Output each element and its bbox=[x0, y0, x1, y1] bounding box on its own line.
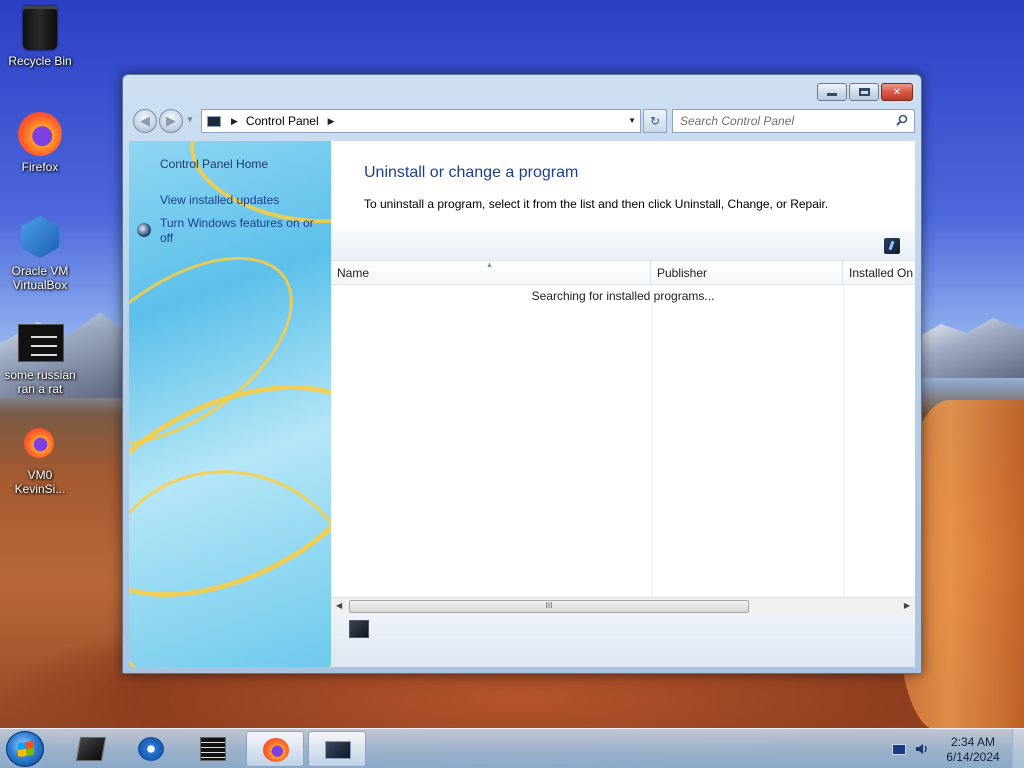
column-divider bbox=[843, 285, 844, 597]
taskbar: 2:34 AM 6/14/2024 bbox=[0, 728, 1024, 768]
search-box[interactable] bbox=[672, 109, 915, 133]
desktop-icon-label: Oracle VM VirtualBox bbox=[11, 264, 69, 292]
command-toolbar bbox=[331, 231, 915, 261]
shield-icon bbox=[137, 223, 151, 237]
scrollbar-thumb[interactable]: III bbox=[349, 600, 749, 613]
back-button[interactable]: ◀ bbox=[133, 109, 157, 133]
breadcrumb-separator-icon[interactable]: ▶ bbox=[231, 116, 238, 127]
firefox-shortcut-icon bbox=[24, 428, 54, 458]
scroll-left-icon[interactable]: ◀ bbox=[336, 601, 342, 610]
window-controls: ✕ bbox=[817, 83, 913, 101]
horizontal-scrollbar[interactable]: ◀ III ▶ bbox=[331, 597, 915, 614]
back-arrow-icon: ◀ bbox=[140, 113, 150, 128]
start-button[interactable] bbox=[6, 731, 44, 767]
search-input[interactable] bbox=[673, 110, 883, 132]
desktop-icon-terminal[interactable]: some russian ran a rat bbox=[0, 324, 80, 396]
sort-ascending-icon: ▲ bbox=[486, 262, 493, 269]
help-icon[interactable] bbox=[884, 238, 900, 254]
control-panel-window[interactable]: ✕ ◀ ▶ ▼ ▶ Control Panel ▶ ▼ ↻ Control Pa… bbox=[122, 74, 922, 674]
control-panel-icon bbox=[207, 115, 221, 127]
desktop-icon-virtualbox[interactable]: Oracle VM VirtualBox bbox=[0, 216, 80, 292]
address-dropdown-icon[interactable]: ▼ bbox=[628, 116, 636, 125]
desktop-icon-vm0[interactable]: VM0 KevinSi... bbox=[0, 428, 80, 496]
taskbar-item-control-panel[interactable] bbox=[308, 731, 366, 767]
maximize-icon bbox=[858, 88, 870, 96]
breadcrumb-control-panel[interactable]: Control Panel bbox=[246, 114, 319, 128]
taskbar-item-firefox[interactable] bbox=[246, 731, 304, 767]
scroll-right-icon[interactable]: ▶ bbox=[904, 601, 910, 610]
clock-date: 6/14/2024 bbox=[946, 750, 1000, 764]
control-panel-icon bbox=[325, 741, 351, 759]
recycle-bin-icon bbox=[23, 6, 57, 50]
desktop-icon-label: VM0 KevinSi... bbox=[14, 468, 66, 496]
details-pane bbox=[331, 614, 915, 667]
forward-arrow-icon: ▶ bbox=[166, 113, 176, 128]
scrollbar-grip: III bbox=[545, 601, 553, 610]
desktop-icon-label: Firefox bbox=[21, 160, 59, 174]
task-pane: Control Panel Home View installed update… bbox=[129, 141, 331, 667]
firefox-icon bbox=[18, 112, 62, 156]
minimize-icon bbox=[827, 93, 837, 96]
firefox-icon bbox=[263, 738, 289, 762]
terminal-icon bbox=[18, 324, 64, 362]
loading-status: Searching for installed programs... bbox=[531, 289, 715, 303]
desktop-icon-label: some russian ran a rat bbox=[4, 368, 76, 396]
minimize-button[interactable] bbox=[817, 83, 847, 101]
address-bar[interactable]: ▶ Control Panel ▶ ▼ bbox=[201, 109, 641, 133]
column-divider bbox=[651, 285, 652, 597]
virtualbox-icon bbox=[21, 216, 59, 258]
desktop-icon-label: Recycle Bin bbox=[8, 54, 72, 68]
maximize-button[interactable] bbox=[849, 83, 879, 101]
view-installed-updates-link[interactable]: View installed updates bbox=[160, 193, 279, 208]
volume-icon[interactable] bbox=[914, 741, 930, 757]
network-icon[interactable] bbox=[892, 744, 906, 755]
search-icon[interactable] bbox=[896, 114, 908, 126]
refresh-button[interactable]: ↻ bbox=[643, 109, 667, 133]
media-player-icon bbox=[138, 737, 164, 761]
system-clock[interactable]: 2:34 AM 6/14/2024 bbox=[940, 735, 1006, 765]
breadcrumb-separator-icon[interactable]: ▶ bbox=[328, 116, 335, 127]
desktop-icon-firefox[interactable]: Firefox bbox=[0, 112, 80, 174]
column-header-installed-on[interactable]: Installed On bbox=[843, 261, 915, 285]
windows-features-link[interactable]: Turn Windows features on or off bbox=[160, 216, 320, 246]
terminal-icon bbox=[200, 737, 226, 761]
taskbar-item-media-player[interactable] bbox=[122, 731, 180, 767]
close-icon: ✕ bbox=[892, 86, 902, 98]
column-header-publisher[interactable]: Publisher bbox=[651, 261, 843, 285]
close-button[interactable]: ✕ bbox=[881, 83, 913, 101]
desktop-icon-recycle-bin[interactable]: Recycle Bin bbox=[0, 6, 80, 68]
programs-icon bbox=[349, 620, 369, 638]
navigation-bar: ◀ ▶ ▼ ▶ Control Panel ▶ ▼ ↻ bbox=[131, 109, 915, 133]
control-panel-home-link[interactable]: Control Panel Home bbox=[160, 157, 268, 172]
programs-content: Uninstall or change a program To uninsta… bbox=[331, 141, 915, 667]
taskbar-item-terminal[interactable] bbox=[184, 731, 242, 767]
refresh-icon: ↻ bbox=[649, 114, 661, 128]
taskbar-item-file-manager[interactable] bbox=[62, 731, 120, 767]
clock-time: 2:34 AM bbox=[950, 735, 996, 749]
file-manager-icon bbox=[75, 737, 107, 761]
forward-button[interactable]: ▶ bbox=[159, 109, 183, 133]
page-description: To uninstall a program, select it from t… bbox=[364, 197, 829, 211]
page-title: Uninstall or change a program bbox=[364, 164, 579, 181]
recent-pages-dropdown-icon[interactable]: ▼ bbox=[186, 115, 194, 124]
show-desktop-button[interactable] bbox=[1012, 729, 1024, 768]
